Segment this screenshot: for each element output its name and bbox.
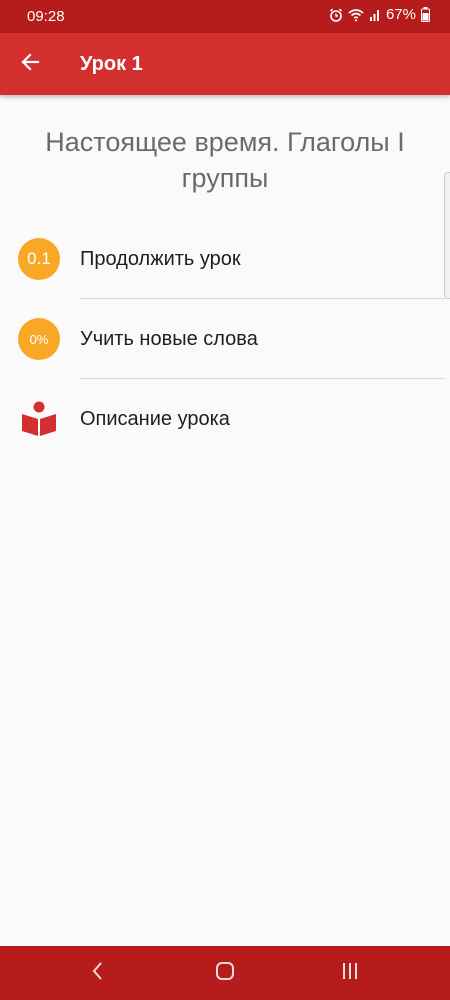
arrow-back-icon — [20, 52, 40, 77]
back-nav-icon — [91, 961, 105, 986]
recents-nav-icon — [340, 961, 360, 986]
battery-icon — [421, 7, 430, 22]
nav-recents-button[interactable] — [310, 946, 390, 1000]
learn-new-words-item[interactable]: 0% Учить новые слова — [0, 299, 445, 379]
status-icons: 67% — [329, 6, 430, 23]
page-title: Урок 1 — [80, 53, 143, 75]
continue-lesson-label: Продолжить урок — [80, 248, 241, 270]
battery-percent: 67% — [385, 6, 416, 23]
lesson-title-line1: Настоящее время. Глаголы I — [45, 127, 405, 157]
wifi-icon — [348, 8, 364, 22]
alarm-icon — [329, 8, 343, 22]
nav-back-button[interactable] — [58, 946, 138, 1000]
home-nav-icon — [215, 961, 235, 986]
navigation-bar — [0, 946, 450, 1000]
lesson-description-label: Описание урока — [80, 408, 230, 430]
back-button[interactable] — [10, 44, 50, 84]
lesson-title-line2: группы — [181, 163, 269, 193]
nav-home-button[interactable] — [185, 946, 265, 1000]
progress-badge: 0.1 — [18, 238, 60, 280]
signal-icon — [369, 8, 381, 22]
book-reader-icon — [18, 398, 60, 440]
progress-badge-icon: 0.1 — [18, 238, 60, 280]
continue-lesson-item[interactable]: 0.1 Продолжить урок — [0, 219, 445, 299]
progress-badge-icon: 0% — [18, 318, 60, 360]
lesson-title: Настоящее время. Глаголы I группы — [0, 124, 450, 196]
lesson-description-item[interactable]: Описание урока — [0, 379, 445, 459]
status-time: 09:28 — [27, 8, 65, 25]
learn-new-words-label: Учить новые слова — [80, 328, 258, 350]
status-bar: 09:28 67% — [0, 0, 450, 33]
progress-badge: 0% — [18, 318, 60, 360]
app-bar: Урок 1 — [0, 33, 450, 95]
